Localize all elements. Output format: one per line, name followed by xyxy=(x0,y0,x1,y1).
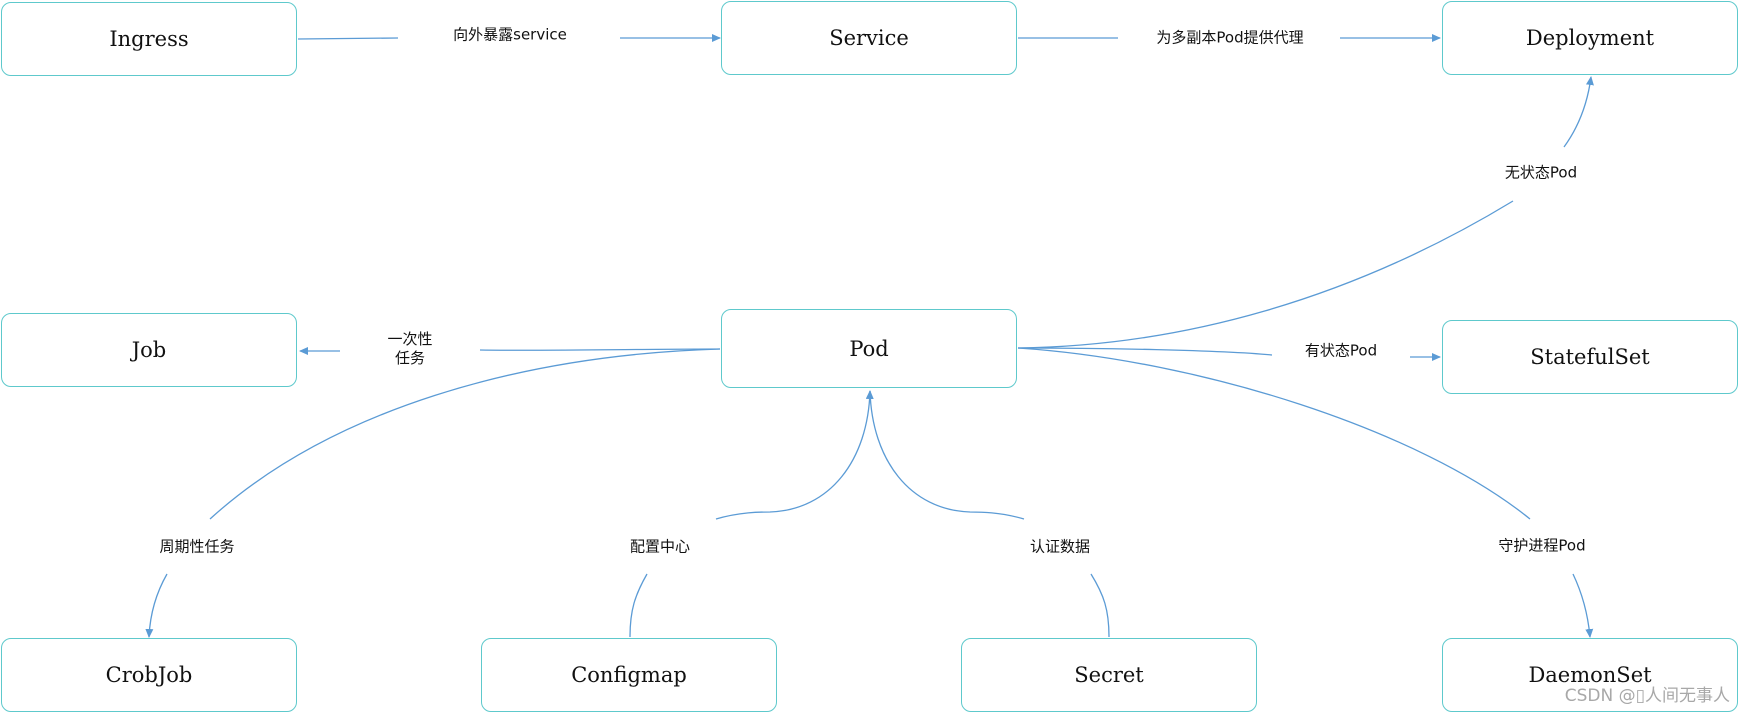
edge-ingress-service-a xyxy=(297,37,399,40)
edge-label-pod-deployment: 无状态Pod xyxy=(1504,163,1578,182)
edge-configmap-pod-b xyxy=(715,390,874,520)
edge-pod-deployment-b xyxy=(1563,76,1594,148)
edge-pod-daemonset-b xyxy=(1572,573,1594,638)
edge-label-pod-statefulset: 有状态Pod xyxy=(1304,341,1378,360)
node-crobjob[interactable]: CrobJob xyxy=(1,638,297,712)
node-configmap[interactable]: Configmap xyxy=(481,638,777,712)
node-pod[interactable]: Pod xyxy=(721,309,1017,388)
node-deployment[interactable]: Deployment xyxy=(1442,1,1738,75)
edge-secret-pod-a xyxy=(1090,573,1110,638)
edge-label-pod-crobjob: 周期性任务 xyxy=(159,537,235,556)
edge-configmap-pod-a xyxy=(629,573,648,638)
edge-label-pod-job-line1: 一次性 xyxy=(387,330,433,348)
node-job[interactable]: Job xyxy=(1,313,297,387)
node-secret[interactable]: Secret xyxy=(961,638,1257,712)
edge-label-configmap-pod: 配置中心 xyxy=(629,537,691,556)
edge-label-service-deployment: 为多副本Pod提供代理 xyxy=(1156,28,1304,47)
node-service[interactable]: Service xyxy=(721,1,1017,75)
edge-label-pod-daemonset: 守护进程Pod xyxy=(1498,536,1586,555)
edge-pod-crobjob-b xyxy=(145,573,168,638)
edge-label-pod-job: 一次性 任务 xyxy=(387,330,432,368)
edge-label-pod-job-line2: 任务 xyxy=(394,349,426,367)
node-statefulset[interactable]: StatefulSet xyxy=(1442,320,1738,394)
watermark: CSDN @▯人间无事人 xyxy=(1564,686,1730,706)
node-ingress[interactable]: Ingress xyxy=(1,2,297,76)
edge-label-ingress-service: 向外暴露service xyxy=(453,25,567,44)
edge-label-secret-pod: 认证数据 xyxy=(1029,537,1091,556)
edge-pod-deployment-a xyxy=(1017,200,1514,349)
edge-secret-pod-b xyxy=(869,390,1025,520)
